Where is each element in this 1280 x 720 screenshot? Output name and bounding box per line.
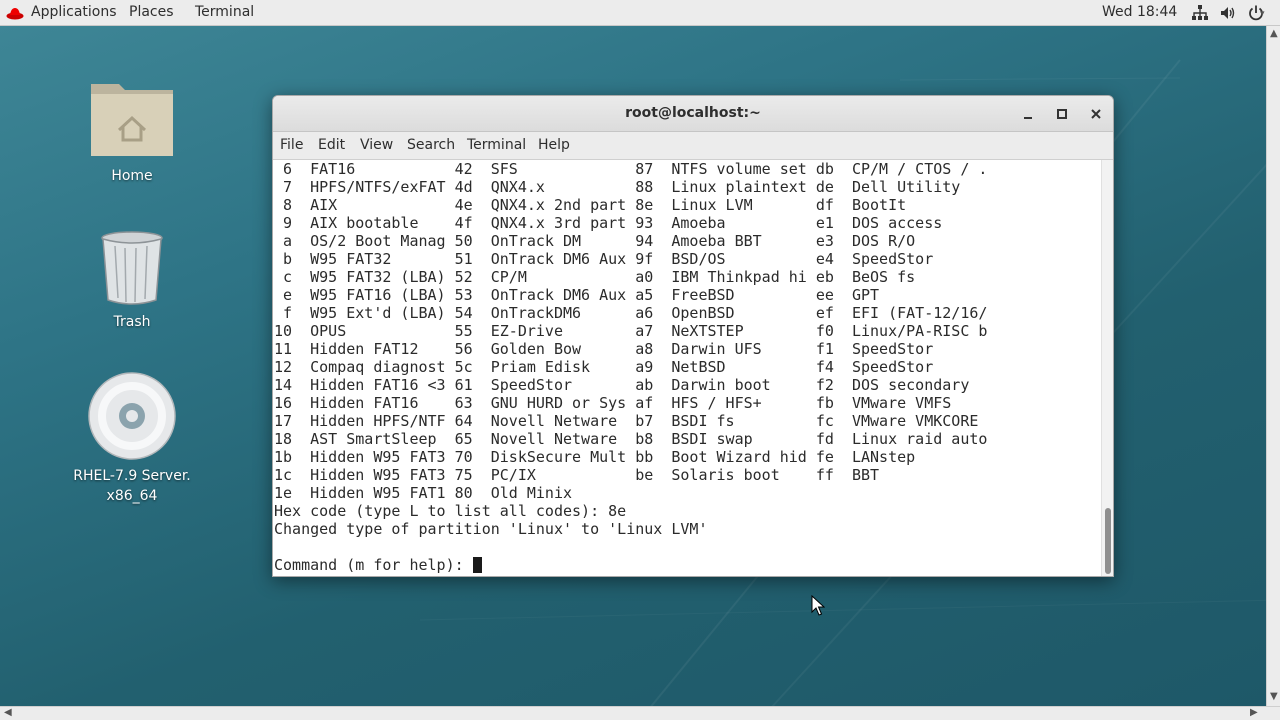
terminal-line: Changed type of partition 'Linux' to 'Li… (274, 520, 708, 538)
terminal-line: c W95 FAT32 (LBA) 52 CP/M a0 IBM Thinkpa… (274, 268, 916, 286)
terminal-line: 1b Hidden W95 FAT3 70 DiskSecure Mult bb… (274, 448, 916, 466)
terminal-line: 16 Hidden FAT16 63 GNU HURD or Sys af HF… (274, 394, 952, 412)
menu-edit[interactable]: Edit (318, 137, 345, 153)
window-menubar: File Edit View Search Terminal Help (273, 132, 1113, 160)
terminal-app-menu[interactable]: Terminal (195, 4, 254, 20)
terminal-line: 8 AIX 4e QNX4.x 2nd part 8e Linux LVM df… (274, 196, 907, 214)
close-icon[interactable] (1087, 105, 1105, 123)
scroll-up-icon[interactable]: ▲ (1270, 29, 1278, 39)
menu-terminal[interactable]: Terminal (467, 137, 526, 153)
terminal-line: 7 HPFS/NTFS/exFAT 4d QNX4.x 88 Linux pla… (274, 178, 961, 196)
clock[interactable]: Wed 18:44 (1102, 4, 1177, 20)
terminal-line: a OS/2 Boot Manag 50 OnTrack DM 94 Amoeb… (274, 232, 916, 250)
desktop-icon-disc[interactable]: RHEL-7.9 Server. x86_64 (67, 370, 197, 506)
desktop-icon-home[interactable]: Home (67, 72, 197, 186)
redhat-logo-icon[interactable] (6, 5, 24, 21)
menu-chevron-down-icon[interactable]: ▾ (1260, 9, 1265, 19)
terminal-line: 14 Hidden FAT16 <3 61 SpeedStor ab Darwi… (274, 376, 970, 394)
disc-label-line2: x86_64 (106, 488, 158, 504)
disc-label-line1: RHEL-7.9 Server. (73, 468, 191, 484)
desktop-horizontal-scrollbar[interactable]: ◀ ▶ (0, 706, 1280, 720)
terminal-line: 18 AST SmartSleep 65 Novell Netware b8 B… (274, 430, 988, 448)
desktop-vertical-scrollbar[interactable]: ▲ ▼ (1266, 26, 1280, 706)
applications-menu[interactable]: Applications (31, 4, 117, 20)
terminal-line: 10 OPUS 55 EZ-Drive a7 NeXTSTEP f0 Linux… (274, 322, 988, 340)
terminal-line: b W95 FAT32 51 OnTrack DM6 Aux 9f BSD/OS… (274, 250, 934, 268)
top-panel: Applications Places Terminal Wed 18:44 ▾ (0, 0, 1280, 26)
terminal-line: Hex code (type L to list all codes): 8e (274, 502, 627, 520)
window-titlebar[interactable]: root@localhost:~ (273, 96, 1113, 132)
terminal-line: 9 AIX bootable 4f QNX4.x 3rd part 93 Amo… (274, 214, 943, 232)
minimize-icon[interactable] (1019, 105, 1037, 123)
terminal-line: 1e Hidden W95 FAT1 80 Old Minix (274, 484, 573, 502)
terminal-line: 17 Hidden HPFS/NTF 64 Novell Netware b7 … (274, 412, 979, 430)
volume-icon[interactable] (1219, 4, 1237, 22)
window-title: root@localhost:~ (625, 105, 761, 121)
terminal-line: 11 Hidden FAT12 56 Golden Bow a8 Darwin … (274, 340, 934, 358)
menu-help[interactable]: Help (538, 137, 570, 153)
prompt-text: Command (m for help): (274, 556, 473, 574)
terminal-line: 12 Compaq diagnost 5c Priam Edisk a9 Net… (274, 358, 934, 376)
menu-search[interactable]: Search (407, 137, 455, 153)
mouse-pointer-icon (811, 595, 825, 616)
terminal-line: 6 FAT16 42 SFS 87 NTFS volume set db CP/… (274, 160, 988, 178)
terminal-scrollbar[interactable] (1101, 160, 1113, 576)
home-label: Home (111, 168, 153, 184)
scroll-down-icon[interactable]: ▼ (1270, 692, 1278, 702)
terminal-line: 1c Hidden W95 FAT3 75 PC/IX be Solaris b… (274, 466, 880, 484)
menu-file[interactable]: File (280, 137, 303, 153)
terminal-line: f W95 Ext'd (LBA) 54 OnTrackDM6 a6 OpenB… (274, 304, 988, 322)
terminal-line: e W95 FAT16 (LBA) 53 OnTrack DM6 Aux a5 … (274, 286, 880, 304)
places-menu[interactable]: Places (129, 4, 174, 20)
trash-icon (101, 231, 163, 305)
menu-view[interactable]: View (360, 137, 393, 153)
terminal-window[interactable]: root@localhost:~ File Edit View Search T… (272, 95, 1114, 577)
maximize-icon[interactable] (1053, 105, 1071, 123)
trash-label: Trash (113, 314, 151, 330)
text-cursor (472, 557, 482, 573)
folder-home-icon (91, 84, 173, 156)
command-prompt[interactable]: Command (m for help): (274, 556, 1103, 574)
desktop-icon-trash[interactable]: Trash (67, 228, 197, 332)
network-icon[interactable] (1191, 4, 1209, 22)
scroll-left-icon[interactable]: ◀ (4, 708, 12, 718)
terminal-output[interactable]: 6 FAT16 42 SFS 87 NTFS volume set db CP/… (273, 160, 1103, 576)
scroll-right-icon[interactable]: ▶ (1250, 708, 1258, 718)
optical-disc-icon (88, 372, 176, 460)
terminal-scrollbar-thumb[interactable] (1105, 508, 1111, 574)
